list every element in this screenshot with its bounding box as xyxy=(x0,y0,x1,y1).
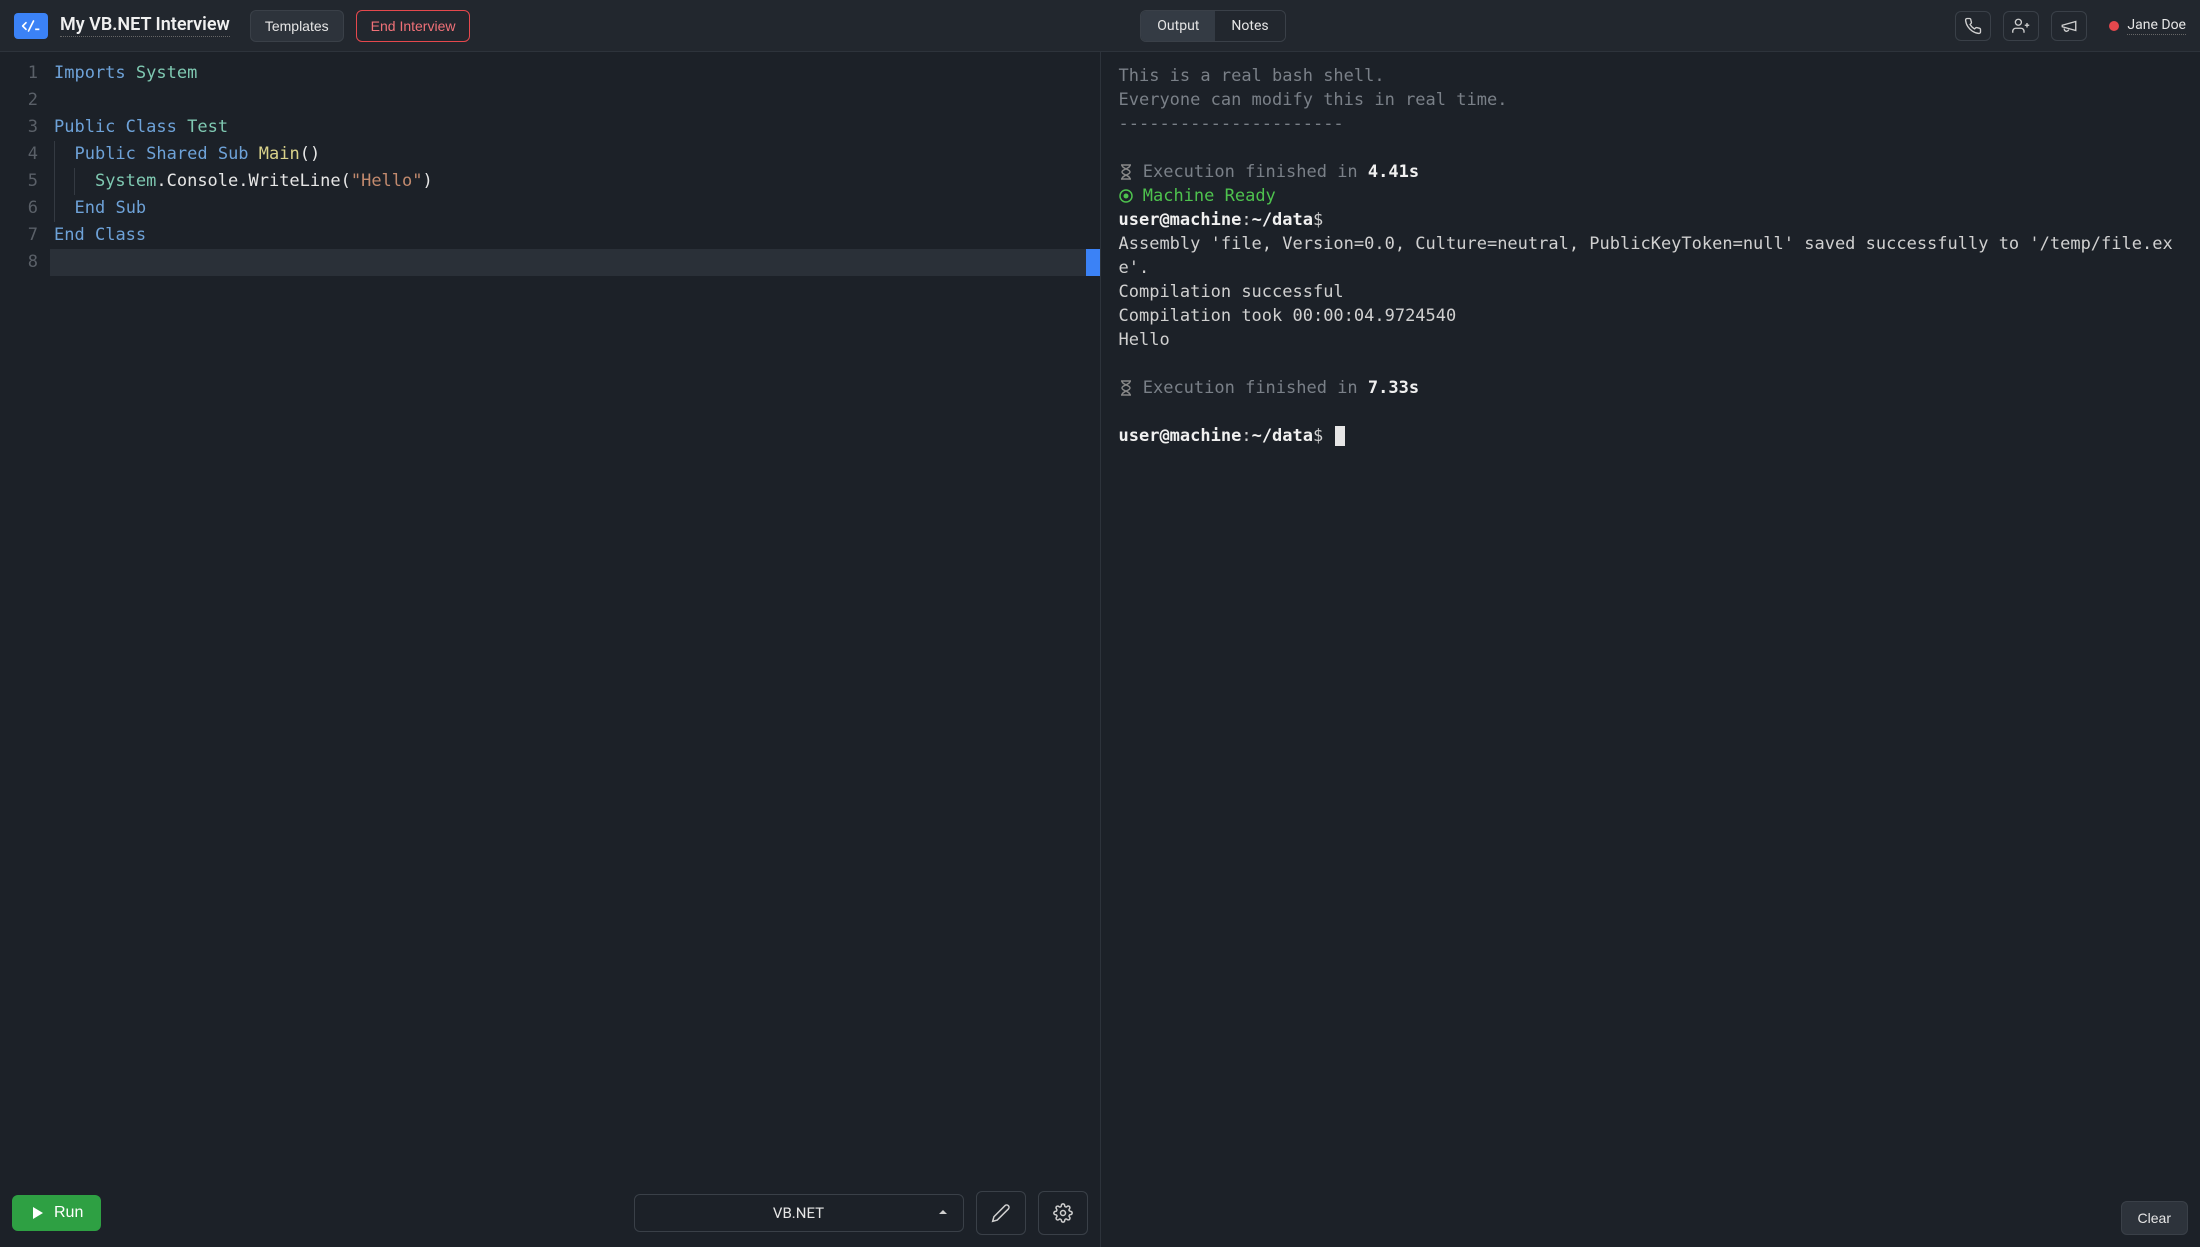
tab-output[interactable]: Output xyxy=(1141,11,1215,41)
code-line[interactable]: Public Class Test xyxy=(50,114,1100,141)
megaphone-icon xyxy=(2060,17,2078,35)
terminal-line: Execution finished in 4.41s xyxy=(1119,160,2183,184)
app-logo xyxy=(14,13,48,39)
terminal-line: Assembly 'file, Version=0.0, Culture=neu… xyxy=(1119,232,2183,280)
pencil-icon xyxy=(991,1203,1011,1223)
terminal-cursor xyxy=(1335,426,1345,446)
phone-icon xyxy=(1964,17,1982,35)
code-editor[interactable]: 12345678 Imports System Public Class Test… xyxy=(0,52,1100,1179)
output-pane: This is a real bash shell.Everyone can m… xyxy=(1101,52,2200,1247)
user-name-label: Jane Doe xyxy=(2127,17,2186,35)
code-line[interactable]: Public Shared Sub Main() xyxy=(50,141,1100,168)
editor-pane: 12345678 Imports System Public Class Test… xyxy=(0,52,1101,1247)
terminal-line xyxy=(1119,136,2183,160)
line-number: 5 xyxy=(0,168,38,195)
code-line[interactable]: End Sub xyxy=(50,195,1100,222)
clear-button[interactable]: Clear xyxy=(2121,1201,2188,1235)
bullseye-icon xyxy=(1119,184,1133,208)
line-gutter: 12345678 xyxy=(0,60,50,1179)
code-line[interactable] xyxy=(50,249,1100,276)
terminal-line: Hello xyxy=(1119,328,2183,352)
output-notes-tabs: Output Notes xyxy=(1140,10,1285,42)
editor-footer: Run VB.NET xyxy=(0,1179,1100,1247)
end-interview-button[interactable]: End Interview xyxy=(356,10,471,42)
code-line[interactable]: System.Console.WriteLine("Hello") xyxy=(50,168,1100,195)
terminal-line: Compilation successful xyxy=(1119,280,2183,304)
terminal-line: Execution finished in 7.33s xyxy=(1119,376,2183,400)
terminal-line: This is a real bash shell. xyxy=(1119,64,2183,88)
terminal-line xyxy=(1119,352,2183,376)
language-label: VB.NET xyxy=(773,1204,824,1222)
terminal-line: Everyone can modify this in real time. xyxy=(1119,88,2183,112)
run-label: Run xyxy=(54,1204,83,1222)
line-number: 7 xyxy=(0,222,38,249)
top-bar: My VB.NET Interview Templates End Interv… xyxy=(0,0,2200,52)
user-plus-icon xyxy=(2012,17,2030,35)
code-line[interactable] xyxy=(50,87,1100,114)
tab-notes[interactable]: Notes xyxy=(1215,11,1284,41)
invite-button[interactable] xyxy=(2003,11,2039,41)
terminal-line: user@machine:~/data$ xyxy=(1119,208,2183,232)
line-number: 1 xyxy=(0,60,38,87)
edit-button[interactable] xyxy=(976,1191,1026,1235)
presence-dot-icon xyxy=(2109,21,2119,31)
terminal-line: Compilation took 00:00:04.9724540 xyxy=(1119,304,2183,328)
current-user[interactable]: Jane Doe xyxy=(2109,17,2186,35)
terminal-line: ---------------------- xyxy=(1119,112,2183,136)
terminal[interactable]: This is a real bash shell.Everyone can m… xyxy=(1101,52,2200,1189)
line-number: 6 xyxy=(0,195,38,222)
language-select[interactable]: VB.NET xyxy=(634,1194,964,1232)
line-number: 8 xyxy=(0,249,38,276)
terminal-line: user@machine:~/data$ xyxy=(1119,424,2183,448)
caret-up-icon xyxy=(937,1204,949,1222)
interview-title[interactable]: My VB.NET Interview xyxy=(60,14,230,37)
play-icon xyxy=(30,1205,46,1221)
templates-button[interactable]: Templates xyxy=(250,10,344,42)
line-number: 4 xyxy=(0,141,38,168)
run-button[interactable]: Run xyxy=(12,1195,101,1231)
hourglass-icon xyxy=(1119,376,1133,400)
line-number: 2 xyxy=(0,87,38,114)
terminal-line xyxy=(1119,400,2183,424)
gear-icon xyxy=(1053,1203,1073,1223)
terminal-footer: Clear xyxy=(1101,1189,2200,1247)
announce-button[interactable] xyxy=(2051,11,2087,41)
code-line[interactable]: End Class xyxy=(50,222,1100,249)
call-button[interactable] xyxy=(1955,11,1991,41)
line-number: 3 xyxy=(0,114,38,141)
settings-button[interactable] xyxy=(1038,1191,1088,1235)
terminal-line: Machine Ready xyxy=(1119,184,2183,208)
code-line[interactable]: Imports System xyxy=(50,60,1100,87)
code-area[interactable]: Imports System Public Class Test Public S… xyxy=(50,60,1100,1179)
hourglass-icon xyxy=(1119,160,1133,184)
